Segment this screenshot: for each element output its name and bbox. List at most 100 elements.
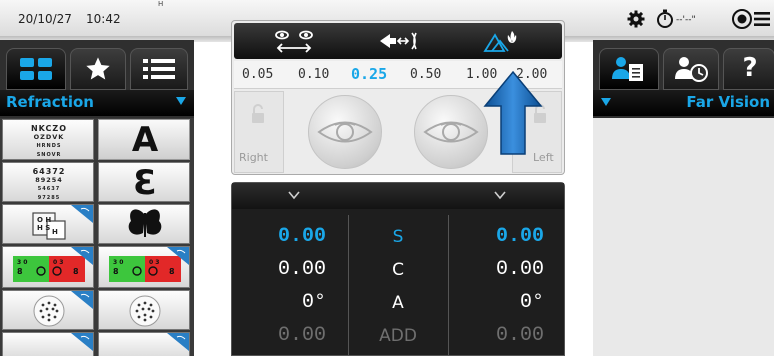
right-eye-button[interactable]: [308, 95, 382, 169]
timer-text: --'--": [676, 15, 696, 25]
corner-ribbon-icon: [71, 333, 93, 351]
tab-patient-file[interactable]: [599, 48, 659, 90]
axis-row: 0° A 0°: [232, 287, 564, 320]
corner-ribbon-icon: [71, 205, 93, 223]
chart-dot-circle-right[interactable]: [98, 290, 190, 330]
chart-red-green-left[interactable]: 3 0 0 3 8 8: [2, 246, 94, 288]
number-chart-text: 64372 89254 54637 97285: [3, 167, 93, 201]
corner-ribbon-icon: [167, 333, 189, 351]
refraction-values-header: [232, 183, 564, 209]
unlock-icon: [252, 104, 264, 123]
right-add-value[interactable]: 0.00: [236, 324, 326, 347]
test-category-label: Refraction: [6, 93, 94, 111]
main-menu-icon[interactable]: [731, 8, 771, 30]
svg-text:0 3: 0 3: [53, 259, 63, 266]
corner-ribbon-icon: [71, 247, 93, 265]
right-cylinder-value[interactable]: 0.00: [236, 258, 326, 281]
right-sphere-value[interactable]: 0.00: [236, 225, 326, 248]
chart-big-letter-a[interactable]: A: [98, 119, 190, 160]
addition-row: 0.00 ADD 0.00: [232, 320, 564, 353]
left-panel: Refraction NKCZO OZDVK HRNDS SNOVR A 643…: [0, 40, 194, 356]
cylinder-row: 0.00 C 0.00: [232, 254, 564, 287]
acuity-option-active[interactable]: 0.25: [351, 65, 387, 83]
contrast-landscape-icon[interactable]: [482, 27, 522, 55]
chart-partial-left[interactable]: [2, 332, 94, 356]
svg-text:0 3: 0 3: [149, 259, 159, 266]
chevron-down-icon[interactable]: [494, 189, 506, 201]
chart-line: 54637: [37, 186, 61, 192]
left-add-value[interactable]: 0.00: [454, 324, 544, 347]
acuity-option[interactable]: 0.50: [410, 67, 441, 82]
chart-line: NKCZO: [30, 124, 67, 133]
svg-text:8: 8: [73, 267, 79, 276]
arrow-up-icon: [483, 70, 543, 155]
chart-letters[interactable]: NKCZO OZDVK HRNDS SNOVR: [2, 119, 94, 160]
chart-box-letters[interactable]: O H H S H: [2, 204, 94, 244]
gear-icon[interactable]: [626, 9, 646, 29]
chart-numbers[interactable]: 64372 89254 54637 97285: [2, 162, 94, 202]
left-cylinder-value[interactable]: 0.00: [454, 258, 544, 281]
svg-text:8: 8: [17, 267, 23, 276]
svg-text:3 0: 3 0: [17, 259, 27, 266]
vision-mode-toolbar: [234, 23, 562, 59]
butterfly-icon: [128, 209, 162, 237]
chart-line: 64372: [32, 167, 66, 176]
chart-dot-circle-left[interactable]: [2, 290, 94, 330]
caret-down-icon: [176, 97, 186, 105]
sphere-label: S: [392, 227, 404, 247]
chart-line: SNOVR: [36, 152, 62, 158]
vision-distance-dropdown[interactable]: Far Vision: [593, 90, 774, 116]
vision-distance-label: Far Vision: [686, 93, 770, 111]
chart-big-letter-e[interactable]: Ɛ: [98, 162, 190, 202]
occluder-switch-icon[interactable]: [376, 29, 424, 53]
axis-label: A: [392, 293, 404, 313]
status-time: 10:42: [86, 12, 121, 26]
svg-text:3 0: 3 0: [113, 259, 123, 266]
star-icon: [86, 57, 110, 80]
right-panel-content: [593, 118, 774, 356]
chart-line: 97285: [37, 195, 61, 201]
list-icon: [143, 59, 175, 79]
svg-text:8: 8: [169, 267, 175, 276]
binocular-toggle-icon[interactable]: [270, 27, 318, 55]
status-mini-label: H: [158, 0, 164, 8]
left-eye-button[interactable]: [414, 95, 488, 169]
left-tabs: [0, 48, 194, 90]
svg-text:O H: O H: [37, 216, 51, 224]
add-label: ADD: [379, 326, 417, 346]
chart-red-green-right[interactable]: 3 0 0 3 8 8: [98, 246, 190, 288]
sphere-row: 0.00 S 0.00: [232, 221, 564, 254]
acuity-option[interactable]: 0.10: [298, 67, 329, 82]
eye-icon: [317, 121, 373, 143]
svg-text:H: H: [52, 228, 58, 236]
test-category-dropdown[interactable]: Refraction: [0, 90, 194, 116]
left-sphere-value[interactable]: 0.00: [454, 225, 544, 248]
cylinder-label: C: [392, 260, 404, 280]
left-axis-value[interactable]: 0°: [454, 291, 544, 314]
patient-history-icon: [675, 57, 708, 82]
right-eye-side[interactable]: Right: [234, 91, 284, 173]
chart-butterfly[interactable]: [98, 204, 190, 244]
help-icon: ?: [742, 53, 758, 83]
acuity-option[interactable]: 0.05: [242, 67, 273, 82]
eye-icon: [423, 121, 479, 143]
chart-partial-right[interactable]: [98, 332, 190, 356]
chart-grid: NKCZO OZDVK HRNDS SNOVR A 64372 89254 54…: [0, 118, 194, 356]
right-axis-value[interactable]: 0°: [236, 291, 326, 314]
right-eye-label: Right: [239, 151, 268, 164]
tab-favorites[interactable]: [70, 48, 126, 90]
corner-ribbon-icon: [167, 247, 189, 265]
right-panel: ? Far Vision: [593, 40, 774, 356]
chevron-down-icon[interactable]: [288, 189, 300, 201]
grid-view-icon: [20, 58, 52, 80]
corner-ribbon-icon: [71, 291, 93, 309]
chart-line: HRNDS: [36, 143, 62, 149]
tab-help[interactable]: ?: [723, 48, 774, 90]
tab-grid-view[interactable]: [6, 48, 66, 90]
big-letter: A: [131, 120, 159, 160]
tab-patient-history[interactable]: [663, 48, 719, 90]
timer-icon[interactable]: --'--": [655, 8, 715, 30]
caret-down-icon: [601, 98, 611, 106]
tab-list[interactable]: [130, 48, 188, 90]
chart-line: 89254: [35, 176, 63, 184]
